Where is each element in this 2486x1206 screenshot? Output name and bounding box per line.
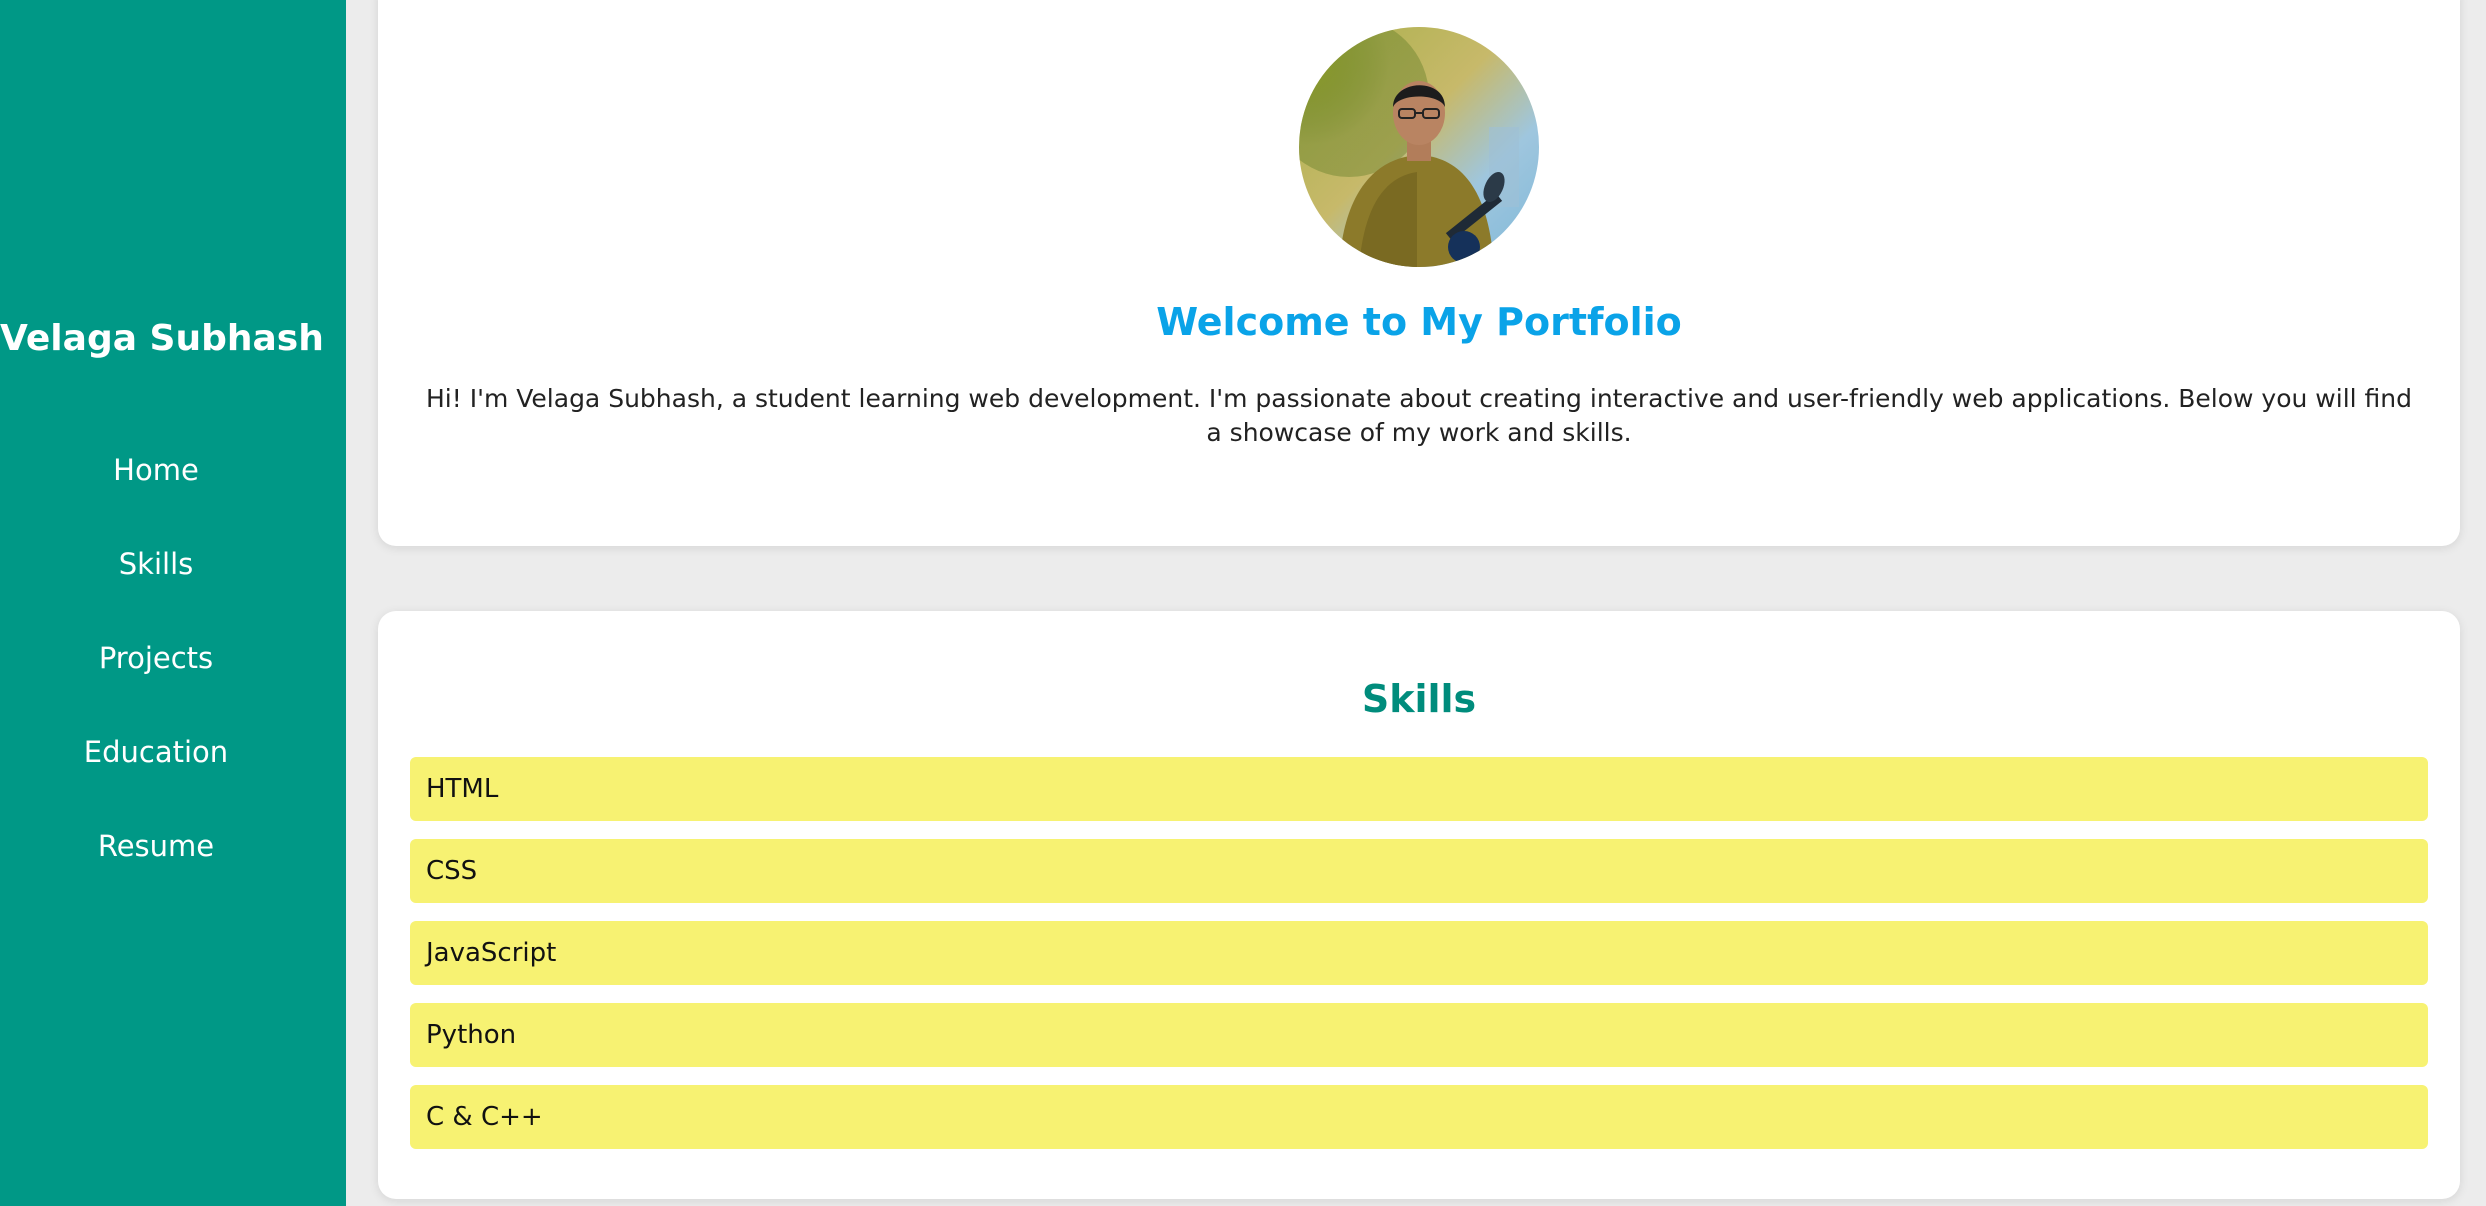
sidebar-nav: Home Skills Projects Education Resume — [0, 445, 312, 915]
nav-education[interactable]: Education — [0, 727, 312, 821]
nav-home[interactable]: Home — [0, 445, 312, 539]
skills-heading: Skills — [1361, 677, 1477, 721]
skill-item-html: HTML — [410, 757, 2428, 821]
skills-list: HTML CSS JavaScript Python C & C++ — [410, 757, 2428, 1167]
hero-section: Welcome to My Portfolio Hi! I'm Velaga S… — [378, 0, 2460, 546]
profile-photo — [1299, 27, 1539, 267]
sidebar: Velaga Subhash Home Skills Projects Educ… — [0, 0, 346, 1206]
skill-item-c-cpp: C & C++ — [410, 1085, 2428, 1149]
welcome-heading: Welcome to My Portfolio — [1156, 300, 1682, 344]
skill-item-python: Python — [410, 1003, 2428, 1067]
skills-section: Skills HTML CSS JavaScript Python C & C+… — [378, 611, 2460, 1199]
nav-skills[interactable]: Skills — [0, 539, 312, 633]
profile-avatar — [1299, 27, 1539, 267]
skill-item-javascript: JavaScript — [410, 921, 2428, 985]
nav-resume[interactable]: Resume — [0, 821, 312, 915]
nav-projects[interactable]: Projects — [0, 633, 312, 727]
skill-item-css: CSS — [410, 839, 2428, 903]
intro-paragraph: Hi! I'm Velaga Subhash, a student learni… — [426, 384, 2412, 447]
site-title: Velaga Subhash — [0, 318, 324, 359]
